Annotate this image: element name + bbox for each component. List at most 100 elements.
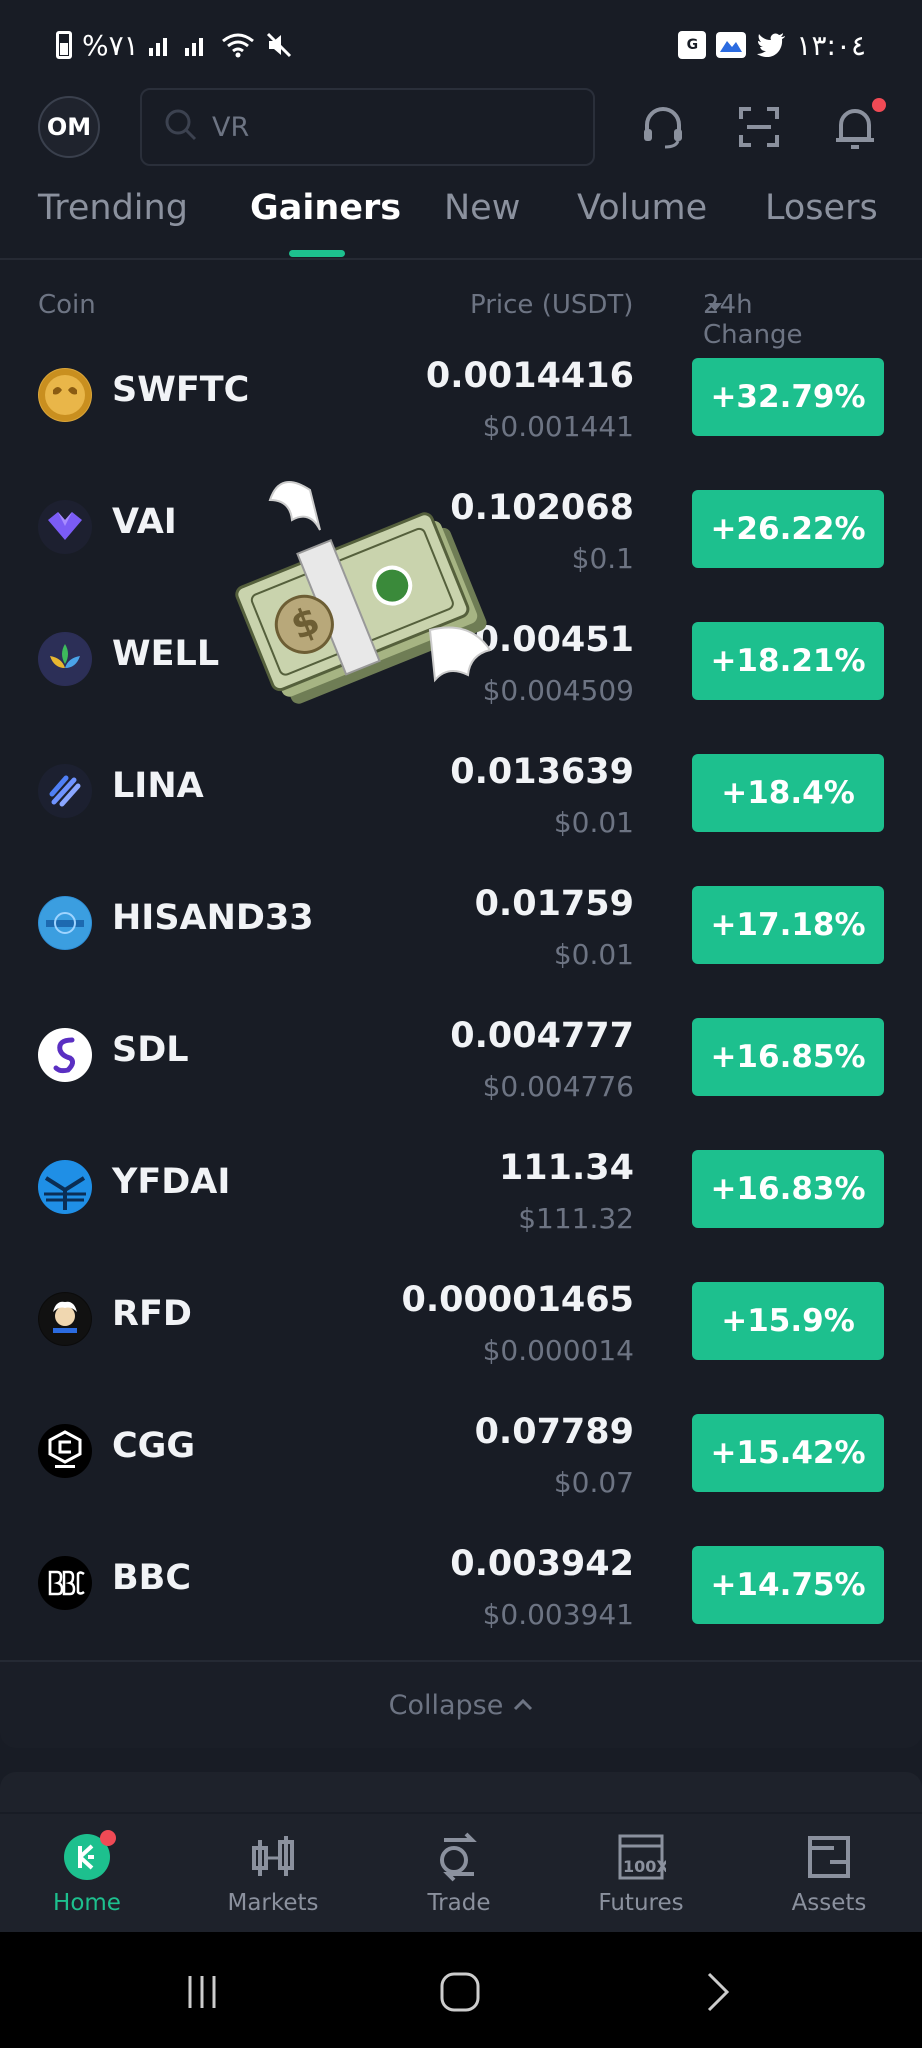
active-tab-indicator [289,250,345,257]
change-badge[interactable]: +16.83% [692,1150,884,1228]
assets-icon [804,1832,854,1882]
coin-name: WELL [112,634,220,674]
search-icon [164,108,198,146]
coin-price: 111.34 [498,1148,634,1188]
list-item[interactable]: RFD 0.00001465 $0.000014 +15.9% [0,1254,922,1386]
chevron-up-icon [514,1698,533,1711]
change-badge[interactable]: +16.85% [692,1018,884,1096]
search-bar[interactable] [140,88,595,166]
twitter-icon [756,32,786,58]
column-price[interactable]: Price (USDT) [470,290,633,320]
trade-icon [434,1832,484,1882]
status-bar: %٧١ G ١٣:٠٤ [0,0,922,90]
battery-icon [56,31,72,59]
markets-icon [248,1832,298,1882]
top-header: OM [0,88,922,168]
coin-name: LINA [112,766,204,806]
change-badge[interactable]: +15.42% [692,1414,884,1492]
coin-name: VAI [112,502,177,542]
change-badge[interactable]: +17.18% [692,886,884,964]
market-tabs: Trending Gainers New Volume Losers [0,180,922,260]
home-button-icon[interactable] [430,1970,490,2014]
well-logo-icon [38,632,92,686]
list-item[interactable]: BBC 0.003942 $0.003941 +14.75% [0,1518,922,1650]
change-badge[interactable]: +26.22% [692,490,884,568]
change-badge[interactable]: +32.79% [692,358,884,436]
signal-icon-2 [184,34,211,56]
recent-apps-icon[interactable] [172,1970,232,2014]
nav-markets[interactable]: Markets [198,1832,348,1932]
svg-text:100X: 100X [623,1857,666,1876]
change-badge[interactable]: +18.4% [692,754,884,832]
wifi-icon [221,32,255,58]
back-chevron-icon[interactable] [688,1970,748,2014]
list-item[interactable]: SDL 0.004777 $0.004776 +16.85% [0,990,922,1122]
coin-price-usd: $0.000014 [482,1334,634,1367]
list-item[interactable]: SWFTC 0.0014416 $0.001441 +32.79% [0,330,922,462]
column-change[interactable]: 24h Change [703,290,803,350]
sdl-logo-icon [38,1028,92,1082]
bottom-navigation: Home Markets Trade 100X Futures Assets [0,1814,922,1932]
headset-icon[interactable] [638,102,688,152]
coin-name: RFD [112,1294,192,1334]
translate-icon: G [678,31,707,59]
coin-price-usd: $0.07 [553,1466,634,1499]
nav-assets[interactable]: Assets [754,1832,904,1932]
vai-logo-icon [38,500,92,554]
mute-icon [265,31,293,59]
tab-gainers[interactable]: Gainers [250,188,401,228]
status-left: %٧١ [56,29,293,62]
coin-price: 0.004777 [450,1016,634,1056]
notification-bell-icon[interactable] [830,98,886,152]
coin-price-usd: $0.01 [553,806,634,839]
cloud-app-icon [716,32,747,58]
tab-losers[interactable]: Losers [765,188,878,228]
coin-price-usd: $0.003941 [482,1598,634,1631]
scan-icon[interactable] [734,102,784,152]
coin-price: 0.01759 [474,884,634,924]
futures-icon: 100X [616,1832,666,1882]
nav-futures[interactable]: 100X Futures [566,1832,716,1932]
home-icon [62,1830,116,1882]
nav-trade[interactable]: Trade [384,1832,534,1932]
coin-name: SDL [112,1030,189,1070]
rfd-logo-icon [38,1292,92,1346]
coin-price-usd: $0.1 [571,542,634,575]
battery-percent: %٧١ [82,28,139,62]
coin-name: CGG [112,1426,196,1466]
change-badge[interactable]: +14.75% [692,1546,884,1624]
list-item[interactable]: CGG 0.07789 $0.07 +15.42% [0,1386,922,1518]
search-input[interactable] [212,111,592,143]
coin-price-usd: $0.01 [553,938,634,971]
list-item[interactable]: HISAND33 0.01759 $0.01 +17.18% [0,858,922,990]
next-section-card [0,1772,922,1812]
flying-money-sticker: $ [220,470,520,730]
list-item[interactable]: LINA 0.013639 $0.01 +18.4% [0,726,922,858]
coin-price: 0.013639 [450,752,634,792]
coin-name: HISAND33 [112,898,314,938]
bbc-logo-icon [38,1556,92,1610]
nav-home[interactable]: Home [12,1830,162,1932]
collapse-label: Collapse [388,1689,504,1721]
coin-price-usd: $111.32 [518,1202,634,1235]
coin-price: 0.00001465 [401,1280,634,1320]
change-badge[interactable]: +15.9% [692,1282,884,1360]
coin-price-usd: $0.004776 [482,1070,634,1103]
avatar[interactable]: OM [38,96,100,158]
home-badge [100,1830,116,1846]
yfdai-logo-icon [38,1160,92,1214]
change-badge[interactable]: +18.21% [692,622,884,700]
list-item[interactable]: YFDAI 111.34 $111.32 +16.83% [0,1122,922,1254]
coin-price: 0.0014416 [425,356,634,396]
system-navigation-bar [0,1932,922,2048]
coin-price-usd: $0.001441 [482,410,634,443]
tab-trending[interactable]: Trending [38,188,188,228]
swftc-logo-icon [38,368,92,422]
status-right: G ١٣:٠٤ [678,29,866,62]
signal-icon [148,34,175,56]
coin-name: BBC [112,1558,192,1598]
coin-price: 0.07789 [474,1412,634,1452]
collapse-button[interactable]: Collapse [0,1660,922,1748]
tab-volume[interactable]: Volume [577,188,707,228]
tab-new[interactable]: New [444,188,520,228]
